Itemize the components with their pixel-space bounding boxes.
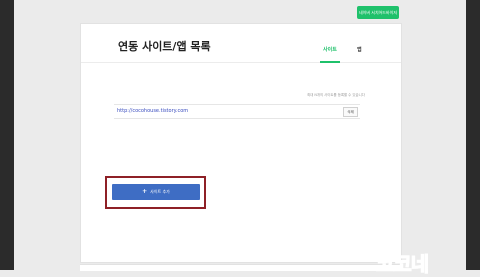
left-dark-bar bbox=[0, 0, 14, 270]
site-list-row: http://cocohouse.tistory.com 삭제 bbox=[114, 104, 360, 119]
site-list-card: 연동 사이트/앱 목록 사이트 앱 최대 N개의 사이트를 등록할 수 있습니다… bbox=[80, 23, 402, 263]
add-site-label: 사이트 추가 bbox=[150, 189, 170, 194]
right-dark-bar bbox=[466, 0, 480, 270]
active-tab-indicator bbox=[320, 61, 340, 63]
site-limit-hint: 최대 N개의 사이트를 등록할 수 있습니다 bbox=[307, 93, 365, 97]
tab-app[interactable]: 앱 bbox=[357, 46, 362, 53]
site-url[interactable]: http://cocohouse.tistory.com bbox=[117, 108, 188, 114]
top-green-button[interactable]: 네이버 서치어드바이저 bbox=[357, 6, 399, 19]
tab-site[interactable]: 사이트 bbox=[323, 46, 337, 53]
add-site-button[interactable]: + 사이트 추가 bbox=[112, 184, 200, 200]
plus-icon: + bbox=[142, 188, 148, 195]
delete-button[interactable]: 삭제 bbox=[343, 107, 358, 117]
watermark-text: 코코네 bbox=[375, 252, 429, 277]
card-header: 연동 사이트/앱 목록 사이트 앱 bbox=[81, 24, 401, 63]
page-title: 연동 사이트/앱 목록 bbox=[118, 40, 211, 53]
